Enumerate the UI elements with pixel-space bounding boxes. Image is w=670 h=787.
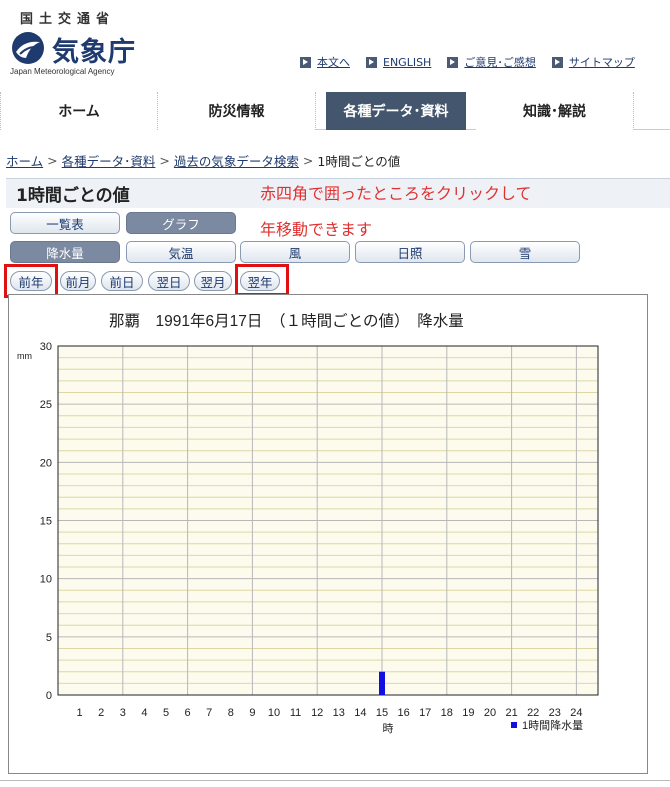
breadcrumb-separator: > (47, 153, 58, 168)
prev-day-button[interactable]: 前日 (101, 271, 143, 291)
x-axis-label: 時 (383, 722, 394, 735)
x-tick-label: 14 (354, 707, 366, 719)
graph-view-button[interactable]: グラフ (126, 212, 236, 234)
x-tick-label: 11 (290, 707, 301, 719)
tab-snow[interactable]: 雪 (470, 241, 580, 263)
precipitation-chart: 那覇 1991年6月17日 （１時間ごとの値） 降水量mm05101520253… (17, 312, 599, 735)
jma-logo-icon (12, 32, 44, 64)
footer-divider (0, 780, 670, 781)
next-day-button[interactable]: 翌日 (148, 271, 190, 291)
list-view-button[interactable]: 一覧表 (10, 212, 120, 234)
x-tick-label: 6 (185, 707, 191, 719)
x-tick-label: 13 (333, 707, 345, 719)
agency-logo[interactable]: 気象庁 Japan Meteorological Agency (10, 28, 140, 78)
y-tick-label: 15 (40, 516, 52, 528)
tab-precipitation[interactable]: 降水量 (10, 241, 120, 263)
x-tick-label: 12 (311, 707, 323, 719)
feedback-link[interactable]: ご意見･ご感想 (447, 54, 536, 70)
x-tick-label: 20 (484, 707, 496, 719)
y-tick-label: 10 (40, 574, 52, 586)
sitemap-link[interactable]: サイトマップ (551, 54, 635, 70)
site-header: 国土交通省 気象庁 Japan Meteorological Agency 本文… (0, 0, 670, 92)
x-tick-label: 7 (206, 707, 212, 719)
tab-wind[interactable]: 風 (240, 241, 350, 263)
x-tick-label: 9 (249, 707, 255, 719)
x-tick-label: 10 (268, 707, 280, 719)
breadcrumb: ホーム > 各種データ･資料 > 過去の気象データ検索 > 1時間ごとの値 (6, 151, 400, 170)
next-month-button[interactable]: 翌月 (194, 271, 232, 291)
x-tick-label: 23 (549, 707, 561, 719)
agency-name: 気象庁 (52, 37, 136, 68)
nav-data[interactable]: 各種データ･資料 (326, 92, 466, 130)
page-title: 1時間ごとの値 (16, 186, 130, 206)
nav-home[interactable]: ホーム (0, 92, 158, 130)
arrow-icon (447, 56, 459, 68)
x-tick-label: 3 (120, 707, 126, 719)
x-tick-label: 4 (141, 707, 147, 719)
y-tick-label: 5 (46, 632, 52, 644)
x-tick-label: 17 (419, 707, 431, 719)
y-tick-label: 20 (40, 457, 52, 469)
x-tick-label: 15 (376, 707, 388, 719)
breadcrumb-data[interactable]: 各種データ･資料 (62, 151, 156, 170)
x-tick-label: 24 (570, 707, 582, 719)
breadcrumb-home[interactable]: ホーム (6, 151, 43, 170)
y-tick-label: 25 (40, 399, 52, 411)
annotation-line-2: 年移動できます (260, 220, 373, 239)
ministry-label: 国土交通省 (20, 12, 116, 27)
tab-sunshine[interactable]: 日照 (355, 241, 465, 263)
main-nav: ホーム 防災情報 各種データ･資料 知識･解説 (0, 92, 670, 130)
arrow-icon (366, 56, 377, 68)
annotation-line-1: 赤四角で囲ったところをクリックして (260, 184, 532, 203)
legend-label: 1時間降水量 (522, 718, 583, 732)
breadcrumb-separator: > (302, 153, 314, 168)
breadcrumb-past-data-search[interactable]: 過去の気象データ検索 (174, 151, 299, 170)
skip-to-content-link[interactable]: 本文へ (300, 54, 350, 70)
legend-swatch (511, 722, 517, 728)
x-tick-label: 5 (163, 707, 169, 719)
english-link[interactable]: ENGLISH (366, 54, 431, 70)
x-tick-label: 19 (462, 707, 474, 719)
prev-month-button[interactable]: 前月 (60, 271, 96, 291)
utility-links: 本文へ ENGLISH ご意見･ご感想 サイトマップ (300, 54, 651, 70)
y-axis-label: mm (17, 351, 32, 361)
x-tick-label: 1 (77, 707, 83, 719)
breadcrumb-current: 1時間ごとの値 (317, 154, 401, 169)
x-tick-label: 22 (527, 707, 539, 719)
y-tick-label: 0 (46, 690, 52, 702)
arrow-icon (551, 56, 563, 68)
arrow-icon (300, 56, 311, 68)
agency-english-name: Japan Meteorological Agency (10, 67, 115, 76)
chart-title: 那覇 1991年6月17日 （１時間ごとの値） 降水量 (109, 312, 464, 330)
breadcrumb-separator: > (159, 153, 170, 168)
data-bar (379, 671, 385, 695)
next-year-button[interactable]: 翌年 (240, 271, 280, 291)
x-tick-label: 2 (98, 707, 104, 719)
prev-year-button[interactable]: 前年 (10, 271, 52, 291)
y-tick-label: 30 (40, 341, 52, 353)
tab-temperature[interactable]: 気温 (126, 241, 236, 263)
nav-disaster-info[interactable]: 防災情報 (158, 92, 316, 130)
nav-knowledge[interactable]: 知識･解説 (476, 92, 634, 130)
x-tick-label: 21 (505, 707, 517, 719)
x-tick-label: 18 (441, 707, 453, 719)
chart-container: 那覇 1991年6月17日 （１時間ごとの値） 降水量 mm 0 5 10 15 20 25 3… (8, 294, 648, 774)
x-tick-label: 8 (228, 707, 234, 719)
x-tick-label: 16 (397, 707, 409, 719)
